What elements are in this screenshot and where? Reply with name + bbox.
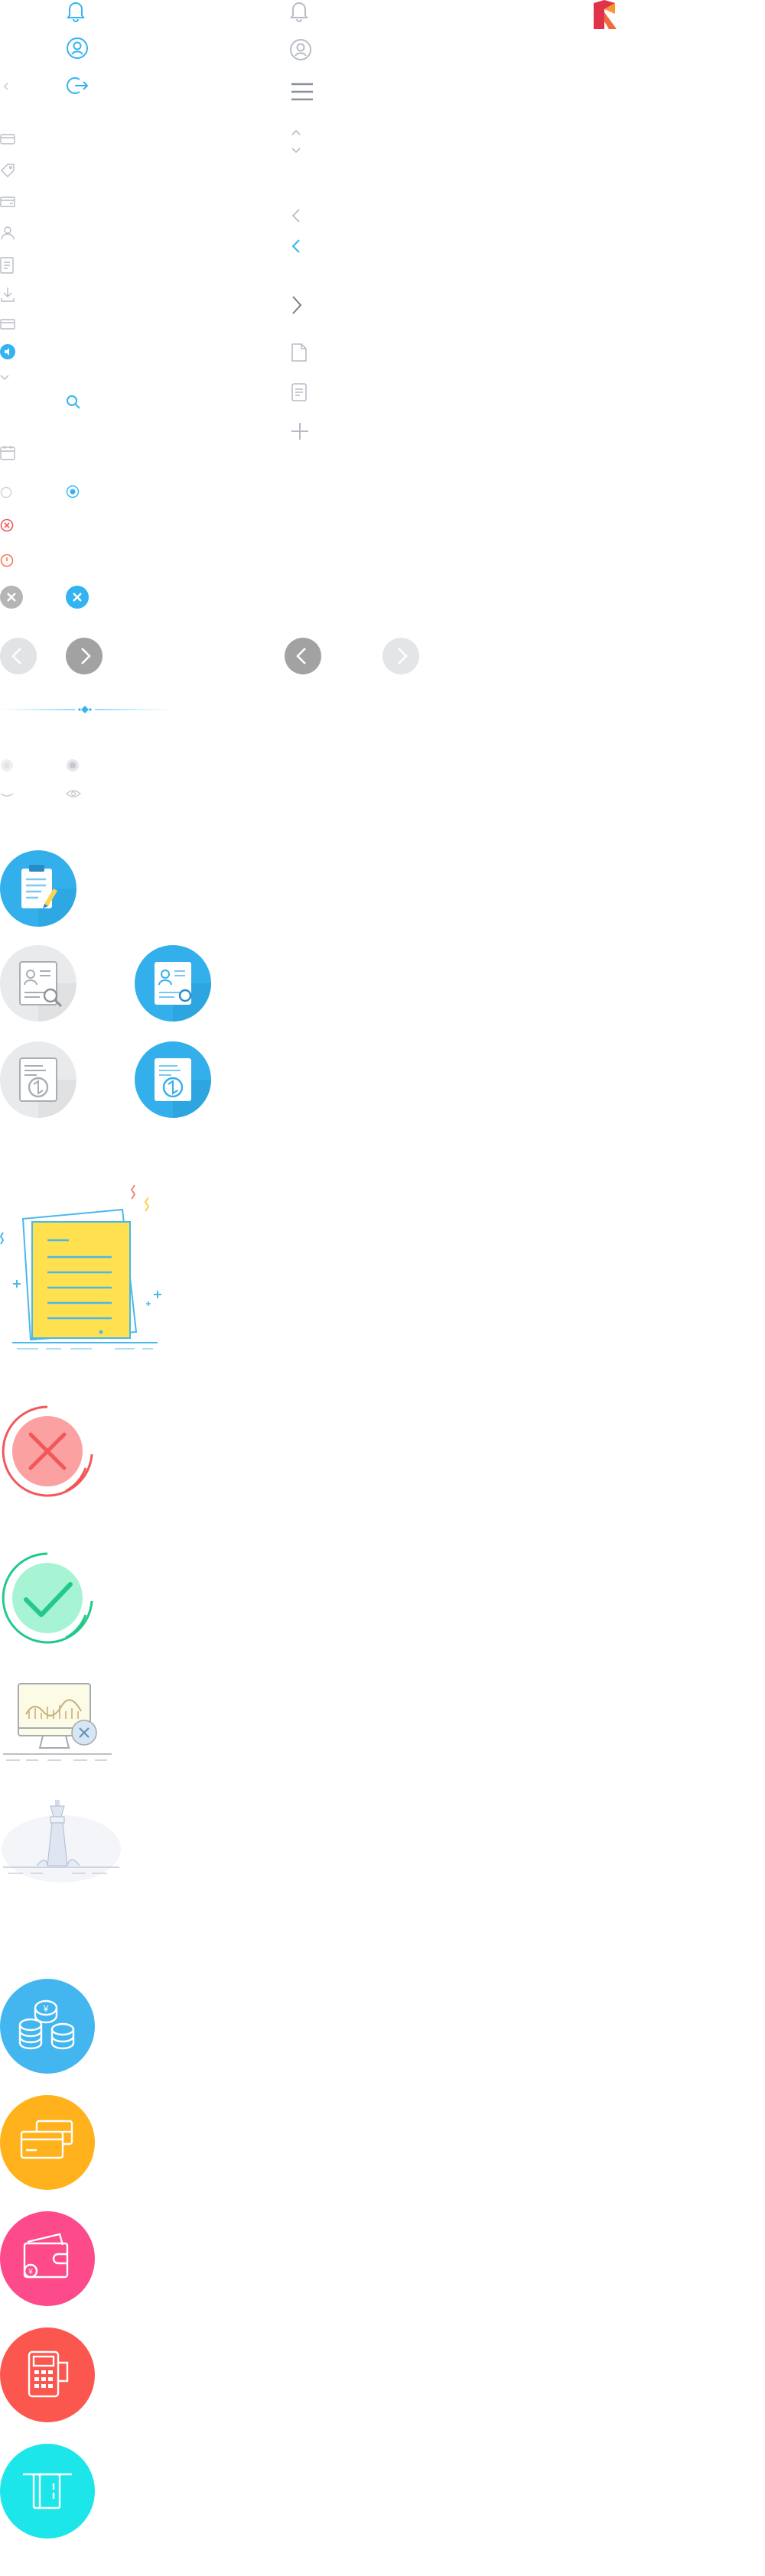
user-circle-icon[interactable]: [289, 38, 312, 61]
sound-toggle-icon[interactable]: [0, 344, 15, 359]
radio-icon[interactable]: [66, 485, 80, 499]
tag-icon[interactable]: [0, 164, 15, 177]
success-illustration: [0, 1551, 95, 1645]
chevron-right-icon[interactable]: [291, 295, 303, 315]
chevron-left-icon[interactable]: [3, 83, 9, 90]
atm-card-icon: [0, 2444, 95, 2539]
credit-card-icon[interactable]: [0, 318, 15, 330]
next-arrow-button[interactable]: [66, 638, 103, 674]
dot-icon[interactable]: [66, 759, 80, 772]
eye-icon[interactable]: [66, 789, 81, 798]
document-icon[interactable]: [291, 382, 308, 402]
prev-arrow-button[interactable]: [285, 638, 321, 674]
close-icon[interactable]: [0, 586, 23, 609]
close-icon[interactable]: [66, 586, 89, 609]
clipboard-edit-icon: [0, 850, 76, 927]
download-icon[interactable]: [0, 286, 15, 303]
radio-icon[interactable]: [0, 486, 12, 499]
brand-logo: [594, 0, 620, 31]
lighthouse-illustration: [0, 1800, 122, 1884]
logout-icon[interactable]: [66, 75, 89, 96]
resume-refresh-icon: [0, 1041, 76, 1118]
plus-icon[interactable]: [291, 422, 309, 440]
search-icon[interactable]: [66, 395, 81, 410]
chevron-down-icon[interactable]: [0, 375, 9, 381]
document-icon[interactable]: [0, 257, 14, 274]
document-icon[interactable]: [291, 343, 308, 362]
credit-cards-icon: [0, 2095, 95, 2190]
wallet-icon[interactable]: [0, 133, 15, 145]
notes-illustration: [0, 1179, 168, 1355]
bell-icon[interactable]: [289, 0, 309, 22]
resume-search-icon: [0, 945, 76, 1022]
chevron-left-icon[interactable]: [291, 239, 301, 254]
coins-icon: ¥: [0, 1979, 95, 2074]
calendar-icon[interactable]: [0, 445, 15, 460]
svg-text:¥: ¥: [28, 2268, 33, 2276]
menu-icon[interactable]: [291, 83, 314, 101]
user-circle-icon[interactable]: [66, 37, 89, 60]
info-circle-icon: [0, 554, 14, 567]
ornament-divider: [0, 705, 170, 714]
wallet-icon: ¥: [0, 2211, 95, 2306]
chevron-left-icon[interactable]: [291, 208, 301, 223]
resume-search-icon: [135, 945, 211, 1022]
error-circle-icon: [0, 518, 14, 532]
chevron-updown-icon[interactable]: [291, 128, 301, 154]
prev-arrow-button[interactable]: [0, 638, 37, 674]
pos-terminal-icon: [0, 2327, 95, 2422]
next-arrow-button[interactable]: [382, 638, 419, 674]
eye-closed-icon[interactable]: [0, 792, 14, 798]
dot-icon[interactable]: [0, 759, 14, 772]
svg-text:¥: ¥: [43, 2003, 49, 2014]
resume-refresh-icon: [135, 1041, 211, 1118]
monitor-error-illustration: [0, 1681, 115, 1765]
failure-illustration: [0, 1404, 95, 1499]
bell-icon[interactable]: [66, 0, 86, 22]
user-icon[interactable]: [0, 225, 15, 240]
card-icon[interactable]: [0, 196, 15, 208]
